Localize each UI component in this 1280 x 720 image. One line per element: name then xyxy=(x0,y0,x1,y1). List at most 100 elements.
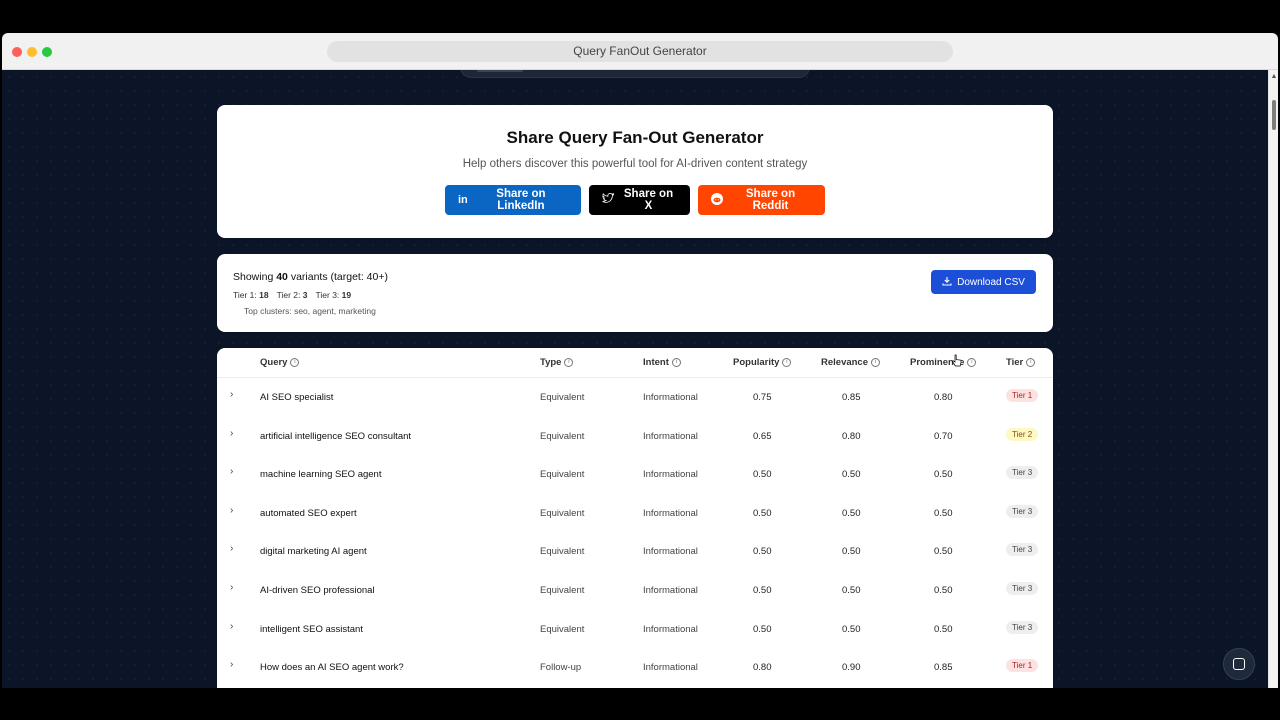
cell-relevance: 0.50 xyxy=(842,469,861,481)
cell-intent: Informational xyxy=(643,430,698,442)
share-x-button[interactable]: Share on X xyxy=(589,185,690,215)
tier3-count-item: Tier 3: 19 xyxy=(316,290,352,300)
table-row[interactable]: › automated SEO expert Equivalent Informati… xyxy=(217,494,1053,533)
address-bar[interactable]: Query FanOut Generator xyxy=(327,41,953,62)
cell-prominence: 0.50 xyxy=(934,546,953,558)
cell-type: Equivalent xyxy=(540,507,585,519)
info-icon[interactable]: i xyxy=(1026,358,1036,367)
cell-relevance: 0.50 xyxy=(842,507,861,519)
header-relevance-label: Relevance xyxy=(821,357,869,368)
table-row[interactable]: › machine learning SEO agent Equivalent Inf… xyxy=(217,455,1053,494)
cell-popularity: 0.50 xyxy=(753,546,772,558)
info-icon[interactable]: i xyxy=(290,358,300,367)
tier1-label: Tier 1: xyxy=(233,290,257,300)
header-intent[interactable]: Intent i xyxy=(643,357,681,368)
nav-pill[interactable] xyxy=(460,70,810,78)
x-icon xyxy=(602,192,615,207)
tier3-label: Tier 3: xyxy=(315,290,340,300)
header-popularity[interactable]: Popularity i xyxy=(733,357,792,368)
chevron-right-icon[interactable]: › xyxy=(230,543,233,554)
header-tier-label: Tier xyxy=(1006,357,1024,368)
reddit-icon xyxy=(711,192,723,208)
header-relevance[interactable]: Relevance i xyxy=(821,357,881,368)
info-icon[interactable]: i xyxy=(871,358,881,367)
table-row[interactable]: › AI SEO specialist Equivalent Informationa… xyxy=(217,378,1053,417)
share-linkedin-label: Share on LinkedIn xyxy=(496,188,546,212)
table-row[interactable]: › artificial intelligence SEO consultant E… xyxy=(217,417,1053,456)
chevron-right-icon[interactable]: › xyxy=(230,621,233,632)
share-linkedin-button[interactable]: in Share on LinkedIn xyxy=(445,185,581,215)
tier2-count: 3 xyxy=(302,290,308,300)
cell-intent: Informational xyxy=(643,623,698,635)
chevron-right-icon[interactable]: › xyxy=(230,659,233,670)
scroll-up-arrow[interactable]: ▲ xyxy=(1270,73,1278,81)
cell-relevance: 0.90 xyxy=(842,662,861,674)
tier-badge: Tier 2 xyxy=(1006,427,1039,441)
tier-badge: Tier 3 xyxy=(1006,466,1039,480)
cell-prominence: 0.50 xyxy=(934,623,953,635)
download-csv-label: Download CSV xyxy=(957,276,1025,288)
cell-intent: Informational xyxy=(643,469,698,481)
linkedin-icon: in xyxy=(458,193,468,206)
header-prominence[interactable]: Prominence i xyxy=(910,357,977,368)
info-icon[interactable]: i xyxy=(671,358,681,367)
cell-intent: Informational xyxy=(643,507,698,519)
share-subtitle: Help others discover this powerful tool … xyxy=(462,158,808,170)
table-row[interactable]: › intelligent SEO assistant Equivalent Info… xyxy=(217,610,1053,649)
tier-badge: Tier 1 xyxy=(1006,389,1039,402)
table-header: Query i Type i Intent i Popularity i Relevan… xyxy=(217,348,1053,378)
cell-prominence: 0.50 xyxy=(934,585,953,596)
cell-relevance: 0.80 xyxy=(842,430,861,442)
chevron-right-icon[interactable]: › xyxy=(230,389,233,400)
header-type-label: Type xyxy=(540,357,562,368)
cell-intent: Informational xyxy=(643,392,698,403)
cell-intent: Informational xyxy=(643,585,698,596)
cell-query: artificial intelligence SEO consultant xyxy=(260,430,412,442)
chevron-right-icon[interactable]: › xyxy=(230,466,233,477)
chevron-right-icon[interactable]: › xyxy=(230,582,233,593)
cell-query: digital marketing AI agent xyxy=(260,546,367,558)
cell-type: Follow-up xyxy=(540,662,582,674)
cell-type: Equivalent xyxy=(540,585,585,596)
cell-type: Equivalent xyxy=(540,392,585,403)
info-icon[interactable]: i xyxy=(782,358,792,367)
close-window-button[interactable] xyxy=(12,47,22,57)
minimize-window-button[interactable] xyxy=(27,47,37,57)
variant-count: 40 xyxy=(276,271,288,283)
table-row[interactable]: › digital marketing AI agent Equivalent Inf… xyxy=(217,532,1053,571)
chevron-right-icon[interactable]: › xyxy=(230,505,233,516)
cell-prominence: 0.85 xyxy=(934,662,953,674)
cell-relevance: 0.50 xyxy=(842,585,861,596)
cell-relevance: 0.50 xyxy=(842,546,861,558)
cell-query: AI SEO specialist xyxy=(260,392,334,403)
variant-count-summary: Showing 40 variants (target: 40+) xyxy=(233,271,388,283)
download-csv-button[interactable]: Download CSV xyxy=(931,270,1036,294)
tier2-label: Tier 2: xyxy=(276,290,301,300)
vertical-scrollbar[interactable]: ▲ xyxy=(1268,70,1278,688)
tier-counts: Tier 1: 18 Tier 2: 3 Tier 3: 19 xyxy=(233,290,351,300)
chat-button[interactable] xyxy=(1223,648,1255,680)
cell-relevance: 0.85 xyxy=(842,392,861,403)
chevron-right-icon[interactable]: › xyxy=(230,428,233,439)
header-query[interactable]: Query i xyxy=(260,357,300,368)
cell-popularity: 0.50 xyxy=(753,507,772,519)
cell-query: How does an AI SEO agent work? xyxy=(260,662,404,674)
header-tier[interactable]: Tier i xyxy=(1006,357,1036,368)
maximize-window-button[interactable] xyxy=(42,47,52,57)
share-reddit-button[interactable]: Share on Reddit xyxy=(698,185,825,215)
page-viewport: Share Query Fan-Out Generator Help other… xyxy=(2,70,1268,688)
tier-badge: Tier 3 xyxy=(1006,620,1039,634)
table-row[interactable]: › How does an AI SEO agent work? Follow-up… xyxy=(217,648,1053,687)
share-buttons: in Share on LinkedIn Share on X Share on… xyxy=(217,185,1053,215)
info-icon[interactable]: i xyxy=(564,358,574,367)
chat-icon xyxy=(1233,658,1245,670)
header-type[interactable]: Type i xyxy=(540,357,574,368)
share-x-label: Share on X xyxy=(623,188,674,212)
cell-prominence: 0.50 xyxy=(934,507,953,519)
cell-type: Equivalent xyxy=(540,546,585,558)
table-row[interactable]: › AI-driven SEO professional Equivalent Inf… xyxy=(217,571,1053,610)
info-icon[interactable]: i xyxy=(967,358,977,367)
scrollbar-thumb[interactable] xyxy=(1272,100,1276,130)
cell-query: intelligent SEO assistant xyxy=(260,623,363,635)
cell-query: machine learning SEO agent xyxy=(260,469,382,481)
